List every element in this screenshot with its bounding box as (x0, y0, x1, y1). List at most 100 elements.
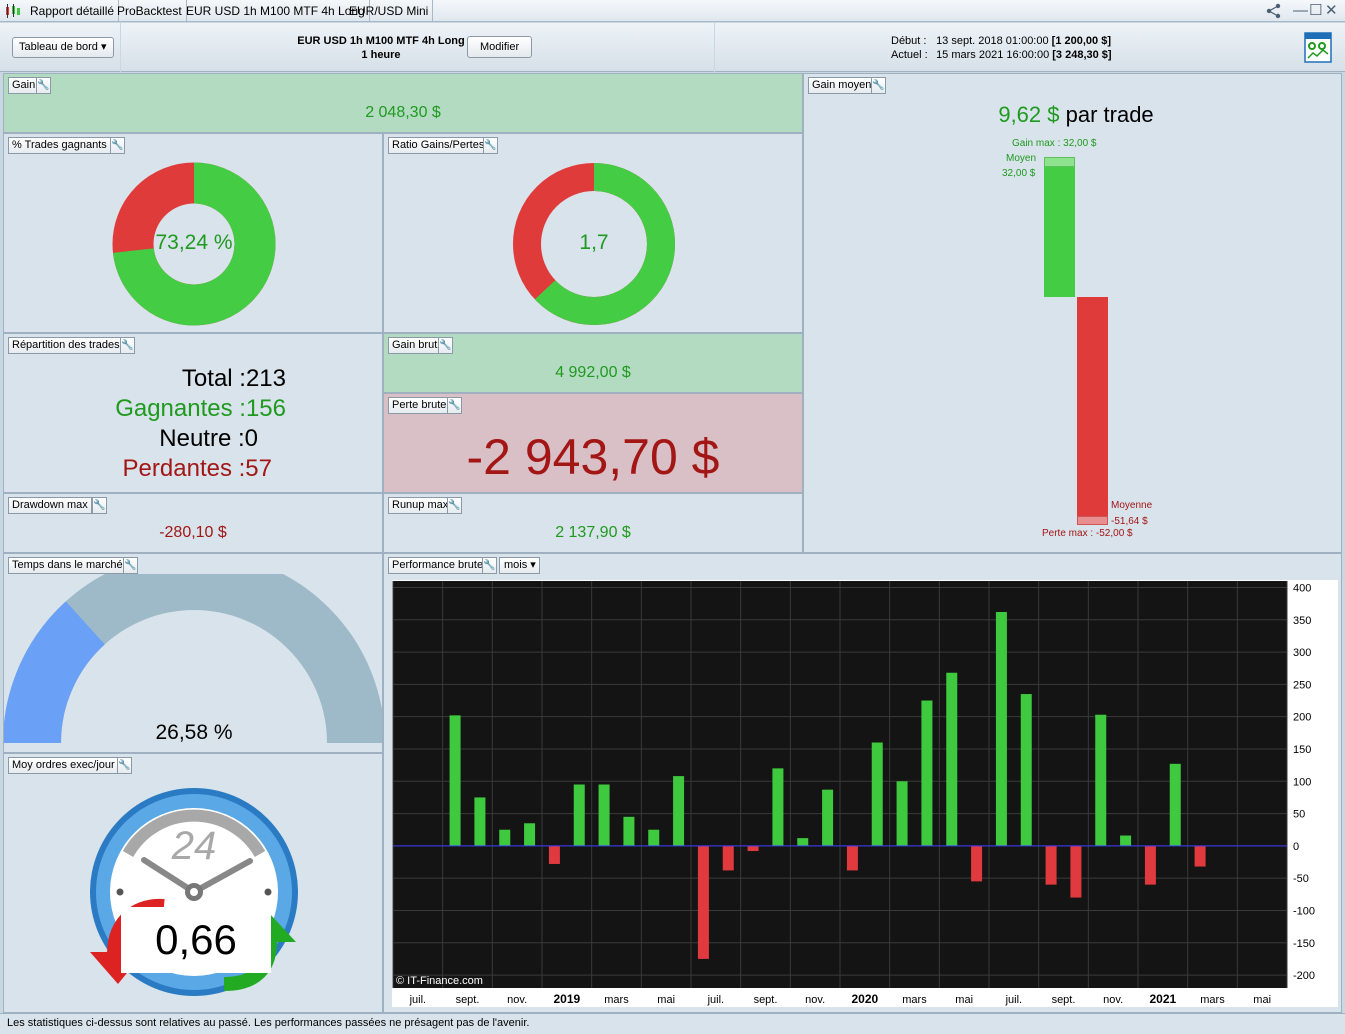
wrench-icon[interactable]: 🔧 (92, 497, 107, 514)
y-tick-label: -200 (1293, 970, 1315, 982)
y-tick-label: -50 (1293, 873, 1309, 885)
orders-title: Moy ordres exec/jour (8, 757, 119, 774)
gain-max-label: Gain max : 32,00 $ (1012, 138, 1097, 149)
chart-bar (896, 781, 908, 846)
chart-bar (921, 700, 933, 846)
chart-bar (1169, 763, 1181, 846)
tab-instrument[interactable]: EUR/USD Mini (345, 0, 434, 22)
wrench-icon[interactable]: 🔧 (447, 497, 462, 514)
tab-strategy[interactable]: EUR USD 1h M100 MTF 4h Long (182, 0, 370, 22)
start-value: [1 200,00 $] (1051, 35, 1111, 47)
tab-rapport-detaille[interactable]: Rapport détaillé (26, 0, 120, 22)
chart-bar (1020, 694, 1032, 846)
y-tick-label: 0 (1293, 841, 1299, 853)
chart-bar (871, 742, 883, 846)
chart-bar (474, 797, 486, 846)
wrench-icon[interactable]: 🔧 (871, 77, 886, 94)
orders-value: 0,66 (121, 907, 271, 973)
chart-bar (673, 776, 685, 846)
orders-panel: Moy ordres exec/jour 🔧 24 0,66 (3, 753, 383, 1013)
header-dates: Début : 13 sept. 2018 01:00:00 [1 200,00… (715, 23, 1345, 72)
disclaimer: Les statistiques ci-dessus sont relative… (0, 1013, 1345, 1034)
y-tick-label: 100 (1293, 776, 1311, 788)
loss-label: Perdantes : (122, 455, 246, 482)
view-select[interactable]: Tableau de bord ▾ (12, 37, 114, 58)
period-select-label: mois (504, 559, 528, 571)
chart-bar (971, 845, 983, 882)
avg-gain-headline: 9,62 $ par trade (804, 102, 1341, 128)
gain-title: Gain (8, 77, 40, 94)
wrench-icon[interactable]: 🔧 (438, 337, 453, 354)
maximize-icon[interactable]: ☐ (1309, 2, 1322, 20)
avg-gain-panel: Gain moyen 🔧 9,62 $ par trade Gain max :… (803, 73, 1342, 553)
tab-label: Rapport détaillé (30, 4, 115, 18)
chevron-down-icon: ▾ (100, 41, 107, 53)
avg-loss-bar (1077, 297, 1108, 523)
y-tick-label: 350 (1293, 615, 1311, 627)
modify-button[interactable]: Modifier (467, 36, 533, 58)
chart-bar (722, 845, 734, 871)
wrench-icon[interactable]: 🔧 (120, 337, 135, 354)
avg-loss-value: -51,64 $ (1111, 516, 1148, 527)
dial-value: 24 (171, 824, 217, 868)
view-select-label: Tableau de bord (19, 41, 98, 53)
period-select[interactable]: mois ▾ (499, 557, 540, 574)
strategy-timeframe: 1 heure (361, 49, 401, 61)
avg-win-label: Moyen (1006, 153, 1037, 164)
watermark: © IT-Finance.com (396, 975, 483, 987)
wrench-icon[interactable]: 🔧 (483, 137, 498, 154)
chart-bar (499, 829, 511, 846)
chart-bar (946, 672, 958, 846)
x-tick-label: mars (604, 994, 629, 1006)
chart-bar (1070, 845, 1082, 898)
runup-panel: Runup max 🔧 2 137,90 $ (383, 493, 803, 553)
tab-bar: Rapport détaillé ProBacktest EUR USD 1h … (0, 0, 1345, 22)
header-strategy: EUR USD 1h M100 MTF 4h Long 1 heure Modi… (121, 23, 714, 72)
chart-bar (772, 768, 784, 846)
wrench-icon[interactable]: 🔧 (123, 557, 138, 574)
chart-bar (995, 612, 1007, 846)
neutral-line: Neutre : 0 (4, 424, 258, 454)
gain-max-marker (1044, 157, 1075, 167)
gain-panel: Gain 🔧 2 048,30 $ (3, 73, 803, 133)
wrench-icon[interactable]: 🔧 (117, 757, 132, 774)
drawdown-value: -280,10 $ (159, 524, 227, 541)
market-time-title: Temps dans le marché (8, 557, 127, 574)
current-date: 15 mars 2021 16:00:00 (936, 49, 1050, 61)
chart-bar (548, 845, 560, 864)
x-tick-label: sept. (754, 994, 778, 1006)
chart-bar (1144, 845, 1156, 885)
wrench-icon[interactable]: 🔧 (482, 557, 497, 574)
chart-bar (697, 845, 709, 959)
chart-bar (623, 816, 635, 846)
x-tick-label: sept. (456, 994, 480, 1006)
share-icon[interactable] (1266, 3, 1284, 19)
chart-bar (1120, 835, 1132, 846)
tab-label: EUR USD 1h M100 MTF 4h Long (186, 4, 365, 18)
x-tick-label: 2020 (851, 992, 878, 1006)
gross-loss-value: -2 943,70 $ (466, 429, 720, 485)
candlestick-app-icon (6, 4, 20, 18)
win-line: Gagnantes : 156 (4, 394, 286, 424)
report-icon[interactable] (1304, 32, 1334, 64)
minimize-icon[interactable]: — (1293, 2, 1308, 20)
y-tick-label: 400 (1293, 582, 1311, 594)
y-tick-label: 250 (1293, 679, 1311, 691)
wrench-icon[interactable]: 🔧 (447, 397, 462, 414)
win-label: Gagnantes : (115, 395, 246, 422)
close-icon[interactable]: ✕ (1325, 2, 1338, 20)
gross-gain-title: Gain brut (388, 337, 442, 354)
total-value: 213 (245, 365, 286, 392)
x-tick-label: mai (657, 994, 675, 1006)
chart-bar (846, 845, 858, 871)
tab-probacktest[interactable]: ProBacktest (113, 0, 187, 22)
tab-label: ProBacktest (117, 4, 182, 18)
loss-value: 57 (245, 455, 272, 482)
neutral-label: Neutre : (159, 425, 245, 452)
x-tick-label: 2019 (553, 992, 580, 1006)
y-tick-label: -150 (1293, 938, 1315, 950)
loss-max-marker (1077, 515, 1108, 525)
x-axis: juil. sept. nov. 2019 mars mai juil. sept. nov. 2… (409, 992, 1271, 1006)
wrench-icon[interactable]: 🔧 (36, 77, 51, 94)
wrench-icon[interactable]: 🔧 (110, 137, 125, 154)
